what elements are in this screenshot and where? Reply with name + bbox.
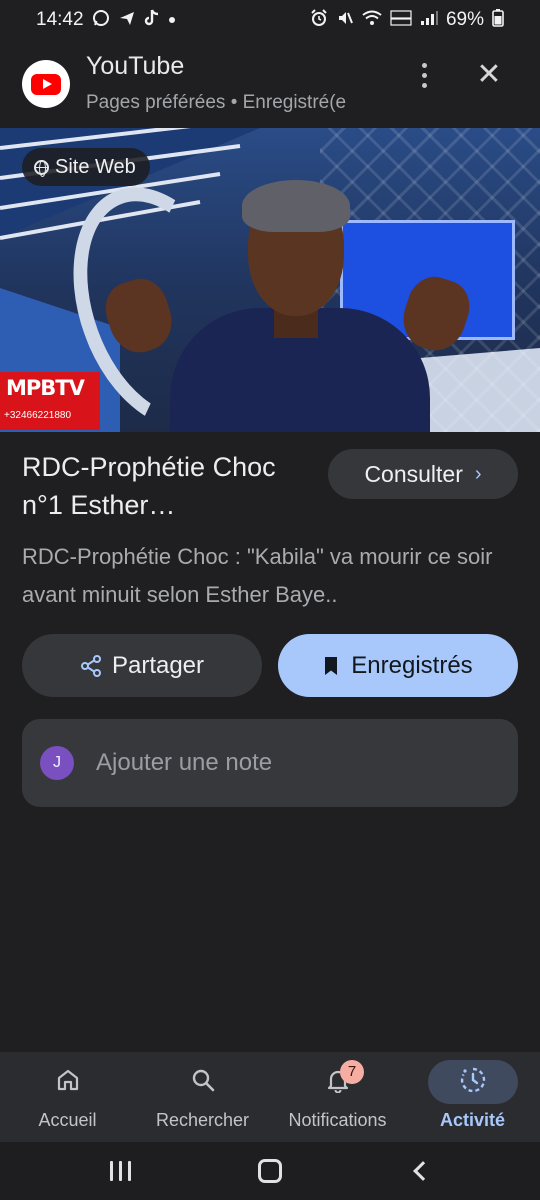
youtube-logo-icon [22, 60, 70, 108]
page-title: YouTube [86, 52, 185, 80]
active-indicator [427, 1060, 518, 1104]
dot-icon [168, 12, 176, 28]
nav-label-notifications: Notifications [288, 1110, 387, 1130]
recents-icon[interactable] [100, 1154, 140, 1188]
notification-count-badge: 7 [340, 1060, 364, 1084]
back-icon[interactable] [400, 1154, 440, 1188]
chevron-right-icon: › [474, 462, 482, 485]
status-left: 14:42 [36, 9, 176, 31]
consult-label: Consulter [364, 460, 463, 487]
sheet-header: YouTube Pages préférées • Enregistré(e ✕ [0, 44, 540, 124]
more-options-icon[interactable] [410, 60, 438, 90]
video-description: RDC-Prophétie Choc : "Kabila" va mourir … [22, 544, 493, 607]
status-bar: 14:42 69% [0, 0, 540, 40]
site-web-chip[interactable]: Site Web [22, 148, 150, 186]
battery-icon [492, 9, 504, 31]
nav-item-accueil[interactable]: Accueil [0, 1052, 135, 1142]
watermark-logo: MPBTV [6, 376, 85, 400]
avatar: J [40, 746, 74, 780]
nav-label-accueil: Accueil [38, 1110, 97, 1130]
add-note-input[interactable] [96, 743, 496, 783]
search-icon [190, 1067, 216, 1098]
watermark-phone: +32466221880 [4, 410, 72, 421]
volte-icon [390, 9, 412, 31]
activity-icon [459, 1066, 487, 1099]
mute-icon [336, 9, 354, 31]
nav-item-notifications[interactable]: 7 Notifications [270, 1052, 405, 1142]
share-icon [80, 654, 102, 677]
whatsapp-icon [92, 9, 110, 31]
home-button-icon[interactable] [250, 1154, 290, 1188]
share-label: Partager [111, 651, 205, 679]
system-navigation-bar [0, 1142, 540, 1200]
bottom-navigation: Accueil Rechercher 7 Notifications Activ… [0, 1052, 540, 1142]
nav-label-activite: Activité [439, 1110, 506, 1130]
video-thumbnail[interactable]: MPBTV +32466221880 Site Web [0, 128, 540, 432]
presenter-figure [170, 168, 430, 432]
bookmark-icon [323, 656, 339, 676]
saved-button[interactable]: Enregistrés [278, 634, 518, 697]
wifi-icon [362, 10, 382, 30]
tiktok-icon [144, 9, 160, 31]
saved-label: Enregistrés [351, 651, 473, 679]
home-icon [55, 1067, 81, 1098]
send-icon [118, 9, 136, 31]
channel-watermark: MPBTV +32466221880 [0, 372, 100, 430]
nav-item-rechercher[interactable]: Rechercher [135, 1052, 270, 1142]
signal-icon [420, 10, 438, 30]
close-icon[interactable]: ✕ [472, 58, 506, 92]
battery-level: 69% [445, 9, 484, 30]
note-card[interactable]: J [22, 719, 518, 807]
video-title: RDC-Prophétie Choc n°1 Esther… [22, 452, 276, 520]
status-right: 69% [310, 9, 504, 31]
nav-label-rechercher: Rechercher [155, 1110, 250, 1130]
share-button[interactable]: Partager [22, 634, 262, 697]
page-subtitle: Pages préférées • Enregistré(e [86, 92, 347, 113]
nav-item-activite[interactable]: Activité [405, 1052, 540, 1142]
status-time: 14:42 [36, 9, 84, 30]
alarm-icon [310, 9, 328, 31]
consult-button[interactable]: Consulter › [328, 449, 518, 499]
globe-icon [34, 159, 49, 177]
site-web-label: Site Web [55, 155, 136, 178]
